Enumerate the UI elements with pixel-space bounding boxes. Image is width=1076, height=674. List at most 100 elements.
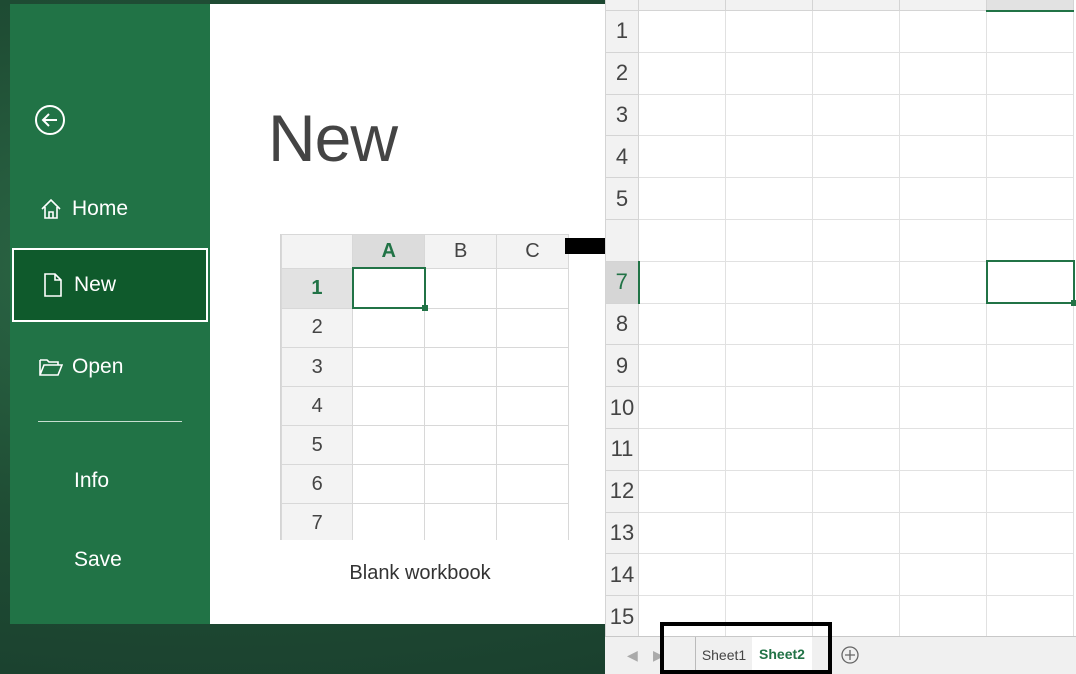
- cell[interactable]: [812, 135, 900, 179]
- cell[interactable]: [638, 93, 726, 137]
- cell[interactable]: [899, 595, 987, 638]
- cell[interactable]: [986, 302, 1074, 346]
- cell[interactable]: [986, 469, 1074, 513]
- cell[interactable]: [899, 386, 987, 429]
- column-header[interactable]: [812, 0, 900, 11]
- cell[interactable]: [725, 469, 813, 513]
- cell[interactable]: [638, 135, 726, 179]
- cell[interactable]: [638, 469, 726, 513]
- cell[interactable]: [812, 10, 900, 53]
- cell[interactable]: [899, 344, 987, 388]
- cell[interactable]: [725, 344, 813, 388]
- cell[interactable]: [638, 218, 726, 262]
- back-button[interactable]: [34, 104, 66, 136]
- cell[interactable]: [638, 51, 726, 95]
- cell[interactable]: [812, 344, 900, 388]
- cell[interactable]: [812, 469, 900, 513]
- cell[interactable]: [899, 135, 987, 179]
- cell[interactable]: [812, 302, 900, 346]
- cell[interactable]: [812, 51, 900, 95]
- cell[interactable]: [986, 218, 1074, 262]
- cell[interactable]: [812, 93, 900, 137]
- cell[interactable]: [638, 344, 726, 388]
- cell[interactable]: [638, 260, 726, 304]
- cell[interactable]: [725, 218, 813, 262]
- cell[interactable]: [986, 553, 1074, 597]
- cell[interactable]: [899, 93, 987, 137]
- cell[interactable]: [986, 344, 1074, 388]
- cell[interactable]: [725, 177, 813, 220]
- select-all-corner[interactable]: [605, 0, 639, 11]
- active-cell[interactable]: [985, 260, 1076, 307]
- nav-item-info[interactable]: Info: [12, 444, 208, 518]
- row-header[interactable]: 8: [605, 302, 639, 346]
- column-header-selected[interactable]: [986, 0, 1074, 12]
- tab-scroll-left-icon[interactable]: ◀: [627, 647, 638, 664]
- row-header[interactable]: 4: [605, 135, 639, 179]
- cell[interactable]: [725, 10, 813, 53]
- row-header[interactable]: 1: [605, 10, 639, 53]
- row-header[interactable]: 11: [605, 427, 639, 471]
- cell[interactable]: [986, 427, 1074, 471]
- column-header[interactable]: [725, 0, 813, 11]
- row-header[interactable]: [605, 218, 639, 262]
- cell[interactable]: [725, 260, 813, 304]
- cell[interactable]: [638, 10, 726, 53]
- row-header[interactable]: 14: [605, 553, 639, 597]
- cell[interactable]: [812, 177, 900, 220]
- cell[interactable]: [638, 302, 726, 346]
- cell[interactable]: [812, 511, 900, 555]
- row-header[interactable]: 12: [605, 469, 639, 513]
- row-header[interactable]: 10: [605, 386, 639, 429]
- cell[interactable]: [725, 427, 813, 471]
- cell[interactable]: [725, 386, 813, 429]
- cell[interactable]: [638, 427, 726, 471]
- add-sheet-icon[interactable]: [840, 645, 860, 665]
- nav-item-open[interactable]: Open: [12, 330, 208, 404]
- cell[interactable]: [812, 218, 900, 262]
- row-header[interactable]: 9: [605, 344, 639, 388]
- cell[interactable]: [986, 386, 1074, 429]
- cell[interactable]: [638, 511, 726, 555]
- cell[interactable]: [899, 302, 987, 346]
- nav-item-save[interactable]: Save: [12, 523, 208, 597]
- row-header-selected[interactable]: 7: [605, 260, 640, 304]
- cell[interactable]: [725, 51, 813, 95]
- cell[interactable]: [899, 10, 987, 53]
- cell[interactable]: [986, 177, 1074, 220]
- cell[interactable]: [899, 511, 987, 555]
- cell[interactable]: [899, 427, 987, 471]
- column-header[interactable]: [899, 0, 987, 11]
- row-header[interactable]: 5: [605, 177, 639, 220]
- blank-workbook-thumbnail[interactable]: A B C 1 2 3 4 5 6 7: [280, 234, 569, 540]
- cell[interactable]: [899, 177, 987, 220]
- cell[interactable]: [725, 302, 813, 346]
- cell[interactable]: [899, 553, 987, 597]
- cell[interactable]: [725, 135, 813, 179]
- cell[interactable]: [899, 51, 987, 95]
- cell[interactable]: [812, 427, 900, 471]
- cell[interactable]: [899, 469, 987, 513]
- cell[interactable]: [812, 386, 900, 429]
- cell[interactable]: [899, 218, 987, 262]
- cell[interactable]: [986, 511, 1074, 555]
- cell[interactable]: [812, 553, 900, 597]
- row-header[interactable]: 3: [605, 93, 639, 137]
- row-header[interactable]: 15: [605, 595, 639, 638]
- cell[interactable]: [725, 553, 813, 597]
- nav-item-home[interactable]: Home: [12, 172, 208, 246]
- nav-item-new[interactable]: New: [12, 248, 208, 322]
- cell[interactable]: [725, 93, 813, 137]
- cell[interactable]: [725, 511, 813, 555]
- cell[interactable]: [986, 10, 1074, 53]
- cell[interactable]: [638, 553, 726, 597]
- row-header[interactable]: 2: [605, 51, 639, 95]
- column-header[interactable]: [638, 0, 726, 11]
- cell[interactable]: [986, 135, 1074, 179]
- cell[interactable]: [812, 260, 900, 304]
- cell[interactable]: [638, 386, 726, 429]
- cell[interactable]: [986, 51, 1074, 95]
- cell[interactable]: [986, 93, 1074, 137]
- cell[interactable]: [986, 595, 1074, 638]
- row-header[interactable]: 13: [605, 511, 639, 555]
